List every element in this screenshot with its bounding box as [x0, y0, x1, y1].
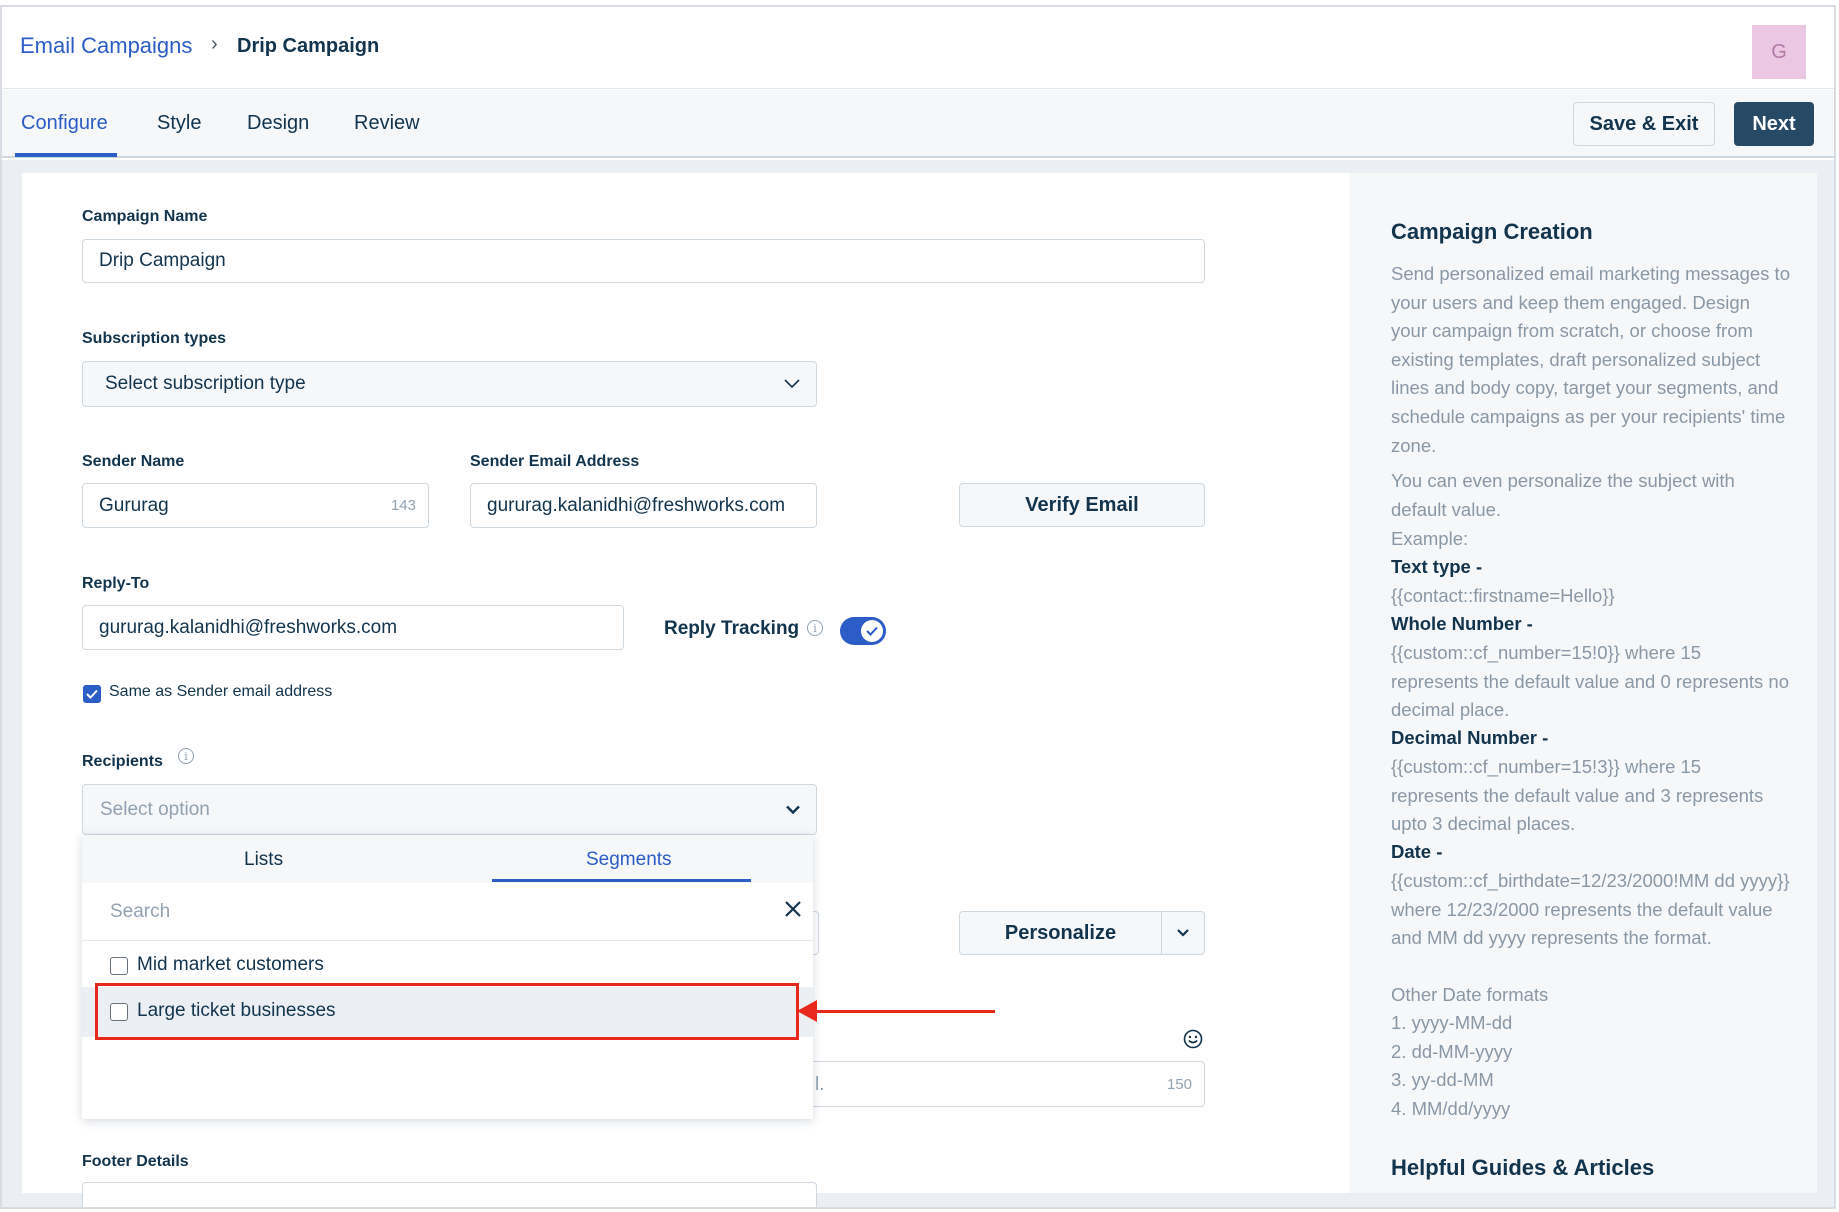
- help-decimal-number-example: {{custom::cf_number=15!3}} where 15 repr…: [1391, 756, 1764, 835]
- reply-tracking-toggle[interactable]: [840, 617, 886, 645]
- annotation-arrow-line: [814, 1010, 995, 1013]
- help-decimal-number-title: Decimal Number -: [1391, 727, 1549, 748]
- chevron-down-icon: [784, 379, 800, 389]
- info-icon[interactable]: i: [807, 620, 823, 636]
- help-guides-title: Helpful Guides & Articles: [1391, 1155, 1655, 1180]
- avatar[interactable]: G: [1752, 25, 1806, 79]
- wizard-tabs: Configure Style Design Review Save & Exi…: [2, 90, 1834, 158]
- help-whole-number-title: Whole Number -: [1391, 613, 1533, 634]
- check-icon: [86, 689, 98, 699]
- same-as-sender-checkbox[interactable]: [83, 685, 101, 703]
- toggle-knob: [861, 620, 883, 642]
- active-tab-indicator: [492, 879, 751, 882]
- verify-email-button[interactable]: Verify Email: [959, 483, 1205, 527]
- sender-email-label: Sender Email Address: [470, 453, 640, 470]
- dropdown-tabs: Lists Segments: [82, 835, 813, 883]
- help-other-formats-label: Other Date formats: [1391, 984, 1549, 1005]
- campaign-name-value: Drip Campaign: [99, 250, 226, 271]
- footer-details-input[interactable]: [82, 1182, 817, 1207]
- tab-configure[interactable]: Configure: [21, 112, 108, 135]
- sender-name-value: Gururag: [99, 494, 169, 516]
- reply-to-label: Reply-To: [82, 575, 150, 592]
- tab-lists[interactable]: Lists: [244, 849, 283, 871]
- footer-details-label: Footer Details: [82, 1153, 189, 1170]
- chevron-down-icon: [786, 805, 800, 814]
- subject-char-counter: 150: [1166, 1075, 1192, 1093]
- help-title: Campaign Creation: [1391, 219, 1593, 244]
- tab-design[interactable]: Design: [247, 112, 309, 135]
- personalize-button[interactable]: Personalize: [959, 911, 1162, 955]
- recipients-label: Recipients: [82, 753, 163, 770]
- sender-name-char-counter: 143: [390, 497, 416, 514]
- info-icon[interactable]: i: [178, 748, 194, 764]
- reply-to-input[interactable]: gururag.kalanidhi@freshworks.com: [82, 605, 624, 650]
- recipients-dropdown: Lists Segments Search Mid market custome…: [82, 835, 813, 1119]
- personalize-menu-button[interactable]: [1162, 911, 1205, 955]
- sender-email-input[interactable]: gururag.kalanidhi@freshworks.com: [470, 483, 817, 528]
- active-tab-indicator: [15, 153, 117, 157]
- app-window: Email Campaigns › Drip Campaign G Config…: [0, 5, 1836, 1209]
- subject-input[interactable]: l. 150: [802, 1061, 1205, 1107]
- emoji-icon[interactable]: [1183, 1029, 1203, 1049]
- help-date-example: {{custom::cf_birthdate=12/23/2000!MM dd …: [1391, 870, 1790, 949]
- reply-tracking-label: Reply Tracking: [664, 618, 800, 639]
- annotation-arrow-icon: [797, 1000, 817, 1022]
- top-header: Email Campaigns › Drip Campaign G: [2, 7, 1834, 89]
- tab-segments[interactable]: Segments: [586, 849, 672, 871]
- recipients-placeholder: Select option: [100, 798, 210, 820]
- subscription-type-select[interactable]: Select subscription type: [82, 361, 817, 407]
- help-text-type-title: Text type -: [1391, 556, 1483, 577]
- campaign-name-label: Campaign Name: [82, 208, 208, 225]
- chevron-right-icon: ›: [211, 33, 218, 55]
- sender-email-value: gururag.kalanidhi@freshworks.com: [487, 494, 786, 516]
- help-intro: Send personalized email marketing messag…: [1391, 263, 1790, 456]
- help-example-label: Example:: [1391, 528, 1469, 549]
- help-date-format-1: 1. yyyy-MM-dd: [1391, 1012, 1513, 1033]
- help-whole-number-example: {{custom::cf_number=15!0}} where 15 repr…: [1391, 642, 1790, 721]
- breadcrumb-email-campaigns[interactable]: Email Campaigns: [20, 33, 192, 59]
- check-icon: [866, 626, 878, 636]
- same-as-sender-label: Same as Sender email address: [109, 683, 333, 700]
- sender-name-input[interactable]: Gururag 143: [82, 483, 429, 528]
- sender-name-label: Sender Name: [82, 453, 185, 470]
- reply-to-value: gururag.kalanidhi@freshworks.com: [99, 616, 398, 638]
- save-exit-button[interactable]: Save & Exit: [1573, 102, 1715, 146]
- help-date-format-4: 4. MM/dd/yyyy: [1391, 1098, 1511, 1119]
- help-date-title: Date -: [1391, 841, 1443, 862]
- help-date-format-2: 2. dd-MM-yyyy: [1391, 1041, 1513, 1062]
- tab-style[interactable]: Style: [157, 112, 201, 135]
- subject-placeholder-tail: l.: [815, 1074, 825, 1095]
- close-icon[interactable]: [781, 897, 805, 921]
- subscription-type-value: Select subscription type: [105, 373, 306, 394]
- segment-checkbox[interactable]: [110, 957, 128, 975]
- tab-review[interactable]: Review: [354, 112, 420, 135]
- annotation-highlight-box: [95, 983, 799, 1040]
- segment-option-label: Mid market customers: [137, 954, 324, 975]
- breadcrumb-current: Drip Campaign: [237, 35, 380, 57]
- chevron-down-icon: [1177, 929, 1189, 937]
- campaign-name-input[interactable]: Drip Campaign: [82, 239, 1205, 283]
- help-date-format-3: 3. yy-dd-MM: [1391, 1069, 1494, 1090]
- recipients-select[interactable]: Select option: [82, 784, 817, 835]
- dropdown-search[interactable]: Search: [82, 883, 813, 941]
- help-text-type-example: {{contact::firstname=Hello}}: [1391, 585, 1615, 606]
- help-personalize-note: You can even personalize the subject wit…: [1391, 470, 1735, 520]
- search-input[interactable]: Search: [110, 901, 170, 923]
- subscription-types-label: Subscription types: [82, 330, 227, 347]
- next-button[interactable]: Next: [1734, 102, 1814, 146]
